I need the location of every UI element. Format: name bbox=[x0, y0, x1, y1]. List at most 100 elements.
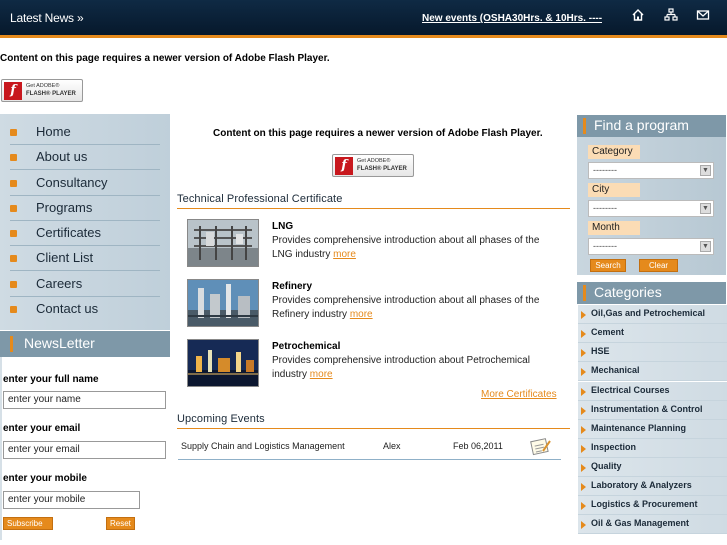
search-button[interactable]: Search bbox=[590, 259, 626, 272]
certificate-desc-text: Provides comprehensive introduction abou… bbox=[272, 295, 540, 320]
nav-item-home[interactable]: Home bbox=[10, 120, 160, 145]
city-select[interactable]: -------- ▼ bbox=[588, 200, 714, 217]
arrow-right-icon bbox=[581, 311, 586, 319]
event-person: Alex bbox=[383, 441, 401, 451]
category-item[interactable]: Maintenance Planning bbox=[578, 420, 727, 439]
city-select-value: -------- bbox=[593, 203, 617, 213]
home-icon[interactable] bbox=[630, 8, 646, 24]
nav-item-consultancy[interactable]: Consultancy bbox=[10, 171, 160, 196]
certificate-name-lng[interactable]: LNG bbox=[272, 221, 293, 232]
arrow-right-icon bbox=[581, 426, 586, 434]
category-item[interactable]: Mechanical bbox=[578, 362, 727, 381]
month-label: Month bbox=[588, 221, 640, 235]
arrow-right-icon bbox=[581, 388, 586, 396]
category-item[interactable]: Logistics & Procurement bbox=[578, 496, 727, 515]
more-certificates-link[interactable]: More Certificates bbox=[481, 389, 557, 400]
certificate-desc-refinery: Provides comprehensive introduction abou… bbox=[272, 294, 562, 322]
center-get-flash-player-button[interactable]: f Get ADOBE® FLASH® PLAYER bbox=[332, 154, 414, 177]
category-item[interactable]: Instrumentation & Control bbox=[578, 401, 727, 420]
petrochemical-image[interactable] bbox=[187, 339, 259, 387]
arrow-right-icon bbox=[581, 330, 586, 338]
more-link-lng[interactable]: more bbox=[333, 249, 356, 260]
category-select[interactable]: -------- ▼ bbox=[588, 162, 714, 179]
mobile-input[interactable]: enter your mobile bbox=[3, 491, 140, 509]
nav-bullet-icon bbox=[10, 154, 17, 161]
nav-item-label: Programs bbox=[36, 200, 93, 215]
nav-item-careers[interactable]: Careers bbox=[10, 272, 160, 297]
news-ticker-link[interactable]: New events (OSHA30Hrs. & 10Hrs. ---- ( bbox=[422, 13, 602, 24]
mail-icon[interactable] bbox=[695, 8, 711, 24]
category-item[interactable]: Oil & Gas Management bbox=[578, 515, 727, 534]
get-flash-player-button[interactable]: f Get ADOBE® FLASH® PLAYER bbox=[1, 79, 83, 102]
arrow-right-icon bbox=[581, 464, 586, 472]
newsletter-title: NewsLetter bbox=[24, 335, 95, 351]
category-item-label: Mechanical bbox=[591, 365, 640, 375]
nav-bullet-icon bbox=[10, 306, 17, 313]
category-item-label: Oil & Gas Management bbox=[591, 518, 690, 528]
refinery-image[interactable] bbox=[187, 279, 259, 327]
category-item-label: Oil,Gas and Petrochemical bbox=[591, 308, 706, 318]
certificate-desc-lng: Provides comprehensive introduction abou… bbox=[272, 234, 562, 262]
full-name-input[interactable]: enter your name bbox=[3, 391, 166, 409]
nav-bullet-icon bbox=[10, 205, 17, 212]
arrow-right-icon bbox=[581, 368, 586, 376]
categories-header: Categories bbox=[577, 282, 726, 304]
more-link-refinery[interactable]: more bbox=[350, 309, 373, 320]
category-item-label: Maintenance Planning bbox=[591, 423, 687, 433]
month-select[interactable]: -------- ▼ bbox=[588, 238, 714, 255]
chevron-down-icon: ▼ bbox=[700, 241, 711, 252]
flash-badge-line1: Get ADOBE® bbox=[26, 83, 60, 89]
more-link-petrochemical[interactable]: more bbox=[310, 369, 333, 380]
email-label: enter your email bbox=[3, 423, 81, 434]
certificate-name-petrochemical[interactable]: Petrochemical bbox=[272, 341, 340, 352]
category-item[interactable]: Cement bbox=[578, 324, 727, 343]
nav-item-label: Careers bbox=[36, 276, 83, 291]
category-label: Category bbox=[588, 145, 640, 159]
lng-plant-image[interactable] bbox=[187, 219, 259, 267]
category-item-label: Cement bbox=[591, 327, 625, 337]
flash-badge-line2: FLASH® PLAYER bbox=[26, 91, 76, 97]
chevron-down-icon: ▼ bbox=[700, 203, 711, 214]
nav-item-programs[interactable]: Programs bbox=[10, 196, 160, 221]
category-item[interactable]: HSE bbox=[578, 343, 727, 362]
category-item[interactable]: Laboratory & Analyzers bbox=[578, 477, 727, 496]
city-label: City bbox=[588, 183, 640, 197]
arrow-right-icon bbox=[581, 502, 586, 510]
nav-item-about-us[interactable]: About us bbox=[10, 145, 160, 170]
sitemap-icon[interactable] bbox=[663, 8, 679, 24]
nav-item-label: Client List bbox=[36, 250, 94, 265]
category-item-label: Instrumentation & Control bbox=[591, 404, 703, 414]
category-item-label: Quality bbox=[591, 461, 622, 471]
top-bar bbox=[0, 0, 727, 36]
nav-bullet-icon bbox=[10, 281, 17, 288]
category-item[interactable]: Oil,Gas and Petrochemical bbox=[578, 305, 727, 324]
nav-item-certificates[interactable]: Certificates bbox=[10, 221, 160, 246]
flash-badge-line1: Get ADOBE® bbox=[357, 158, 391, 164]
find-program-header: Find a program bbox=[577, 115, 726, 137]
category-item[interactable]: Electrical Courses bbox=[578, 382, 727, 401]
category-item[interactable]: Quality bbox=[578, 458, 727, 477]
category-item[interactable]: Inspection bbox=[578, 439, 727, 458]
latest-news-text: Latest News bbox=[10, 11, 74, 25]
flash-logo-icon: f bbox=[335, 157, 353, 175]
nav-item-client-list[interactable]: Client List bbox=[10, 246, 160, 271]
certificates-section-title: Technical Professional Certificate bbox=[177, 193, 343, 205]
register-form-icon[interactable] bbox=[530, 437, 552, 456]
find-program-header-bar bbox=[583, 118, 586, 134]
nav-item-contact-us[interactable]: Contact us bbox=[10, 297, 160, 322]
nav-bullet-icon bbox=[10, 255, 17, 262]
center-flash-notice-text: Content on this page requires a newer ve… bbox=[213, 128, 543, 139]
certificate-name-refinery[interactable]: Refinery bbox=[272, 281, 312, 292]
event-date: Feb 06,2011 bbox=[453, 441, 503, 451]
email-input[interactable]: enter your email bbox=[3, 441, 166, 459]
reset-button[interactable]: Reset bbox=[106, 517, 135, 530]
latest-news-label: Latest News » bbox=[10, 11, 84, 25]
nav-item-label: Consultancy bbox=[36, 175, 108, 190]
clear-button[interactable]: Clear bbox=[639, 259, 678, 272]
nav-item-label: About us bbox=[36, 149, 88, 164]
categories-header-bar bbox=[583, 285, 586, 301]
events-section-title: Upcoming Events bbox=[177, 413, 265, 425]
full-name-label: enter your full name bbox=[3, 374, 99, 385]
event-row[interactable]: Supply Chain and Logistics Management Al… bbox=[178, 434, 561, 460]
subscribe-button[interactable]: Subscribe bbox=[3, 517, 53, 530]
